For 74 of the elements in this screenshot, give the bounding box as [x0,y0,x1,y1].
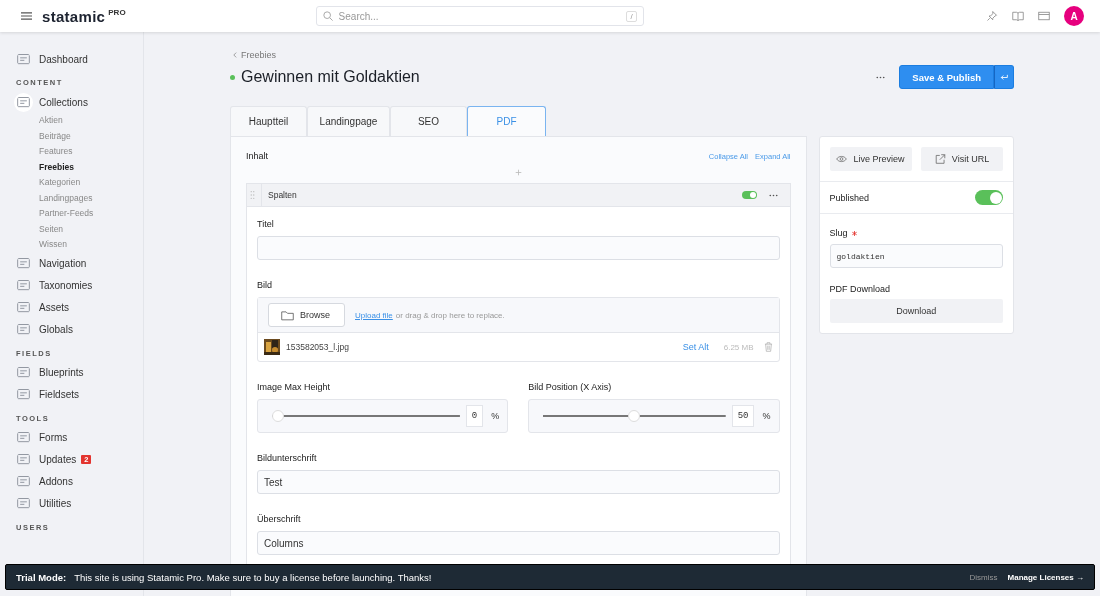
slug-field[interactable]: goldaktien [829,244,1003,268]
menu-icon[interactable] [21,12,32,20]
tab[interactable]: Hauptteil [230,106,307,136]
breadcrumb-link[interactable]: Freebies [230,50,1014,60]
toggle-switch[interactable] [741,191,757,199]
book-icon[interactable] [1012,10,1024,22]
user-avatar[interactable]: A [1064,6,1084,26]
set-alt-link[interactable]: Set Alt [682,342,709,352]
nav-item[interactable]: Blueprints [16,361,143,384]
browse-button[interactable]: Browse [268,303,345,327]
nav-item[interactable]: Assets [16,296,143,319]
eye-icon [836,154,848,164]
field-label: Bild Position (X Axis) [528,382,613,392]
chevron-left-icon [233,52,237,58]
return-icon [1000,73,1008,81]
pro-label: PRO [108,7,126,17]
text-field[interactable]: Test [257,470,780,494]
visit-url-button[interactable]: Visit URL [921,147,1003,171]
unit-label: % [491,411,500,421]
field-label: Bild [257,280,273,290]
field-label: Titel [257,219,275,229]
search-icon [322,11,333,21]
entry-title: Gewinnen mit Goldaktien [241,68,420,86]
set-title: Spalten [261,184,297,206]
shortcut-key: / [626,10,637,22]
field-label: PDF Download [829,284,892,294]
nav-subitem[interactable]: Freebies [39,159,143,175]
monitor-icon [16,51,31,67]
dismiss-link[interactable]: Dismiss [969,572,998,582]
nav-item[interactable]: Navigation [16,252,143,275]
add-icon[interactable] [514,169,522,176]
text-field[interactable]: Columns [257,531,780,555]
external-link-icon [934,154,946,164]
nav-item[interactable]: Dashboard [16,48,143,70]
range-value[interactable]: 50 [731,405,755,427]
pin-icon[interactable] [986,10,998,22]
more-icon[interactable] [768,193,778,197]
folder-icon [281,309,294,321]
nav-item[interactable]: Forms [16,426,143,449]
nav-item[interactable]: Globals [16,318,143,341]
live-preview-button[interactable]: Live Preview [829,147,912,171]
text-field[interactable] [257,236,780,260]
tab[interactable]: Landingpage [307,106,390,136]
field-label: Bildunterschrift [257,453,318,463]
field-label: Inhalt [246,151,269,161]
slider-thumb[interactable] [628,410,641,422]
unit-label: % [762,411,771,421]
nav-item[interactable]: Taxonomies [16,274,143,297]
drag-handle-icon[interactable] [250,190,255,200]
field-label: Image Max Height [257,382,332,392]
trash-icon[interactable] [763,342,773,352]
return-button[interactable] [994,65,1014,89]
browser-icon[interactable] [1038,10,1050,22]
range-value[interactable]: 0 [465,405,484,427]
field-label: Published [829,192,870,203]
file-name: 153582053_l.jpg [286,342,349,352]
logo[interactable]: statamic [42,7,106,25]
nav-item[interactable]: Collections [16,91,143,113]
tab[interactable]: SEO [390,106,467,136]
nav-item[interactable]: Addons [16,470,143,493]
search-input[interactable]: Search... [336,9,627,23]
slider-thumb[interactable] [272,410,284,422]
banner-message: This site is using Statamic Pro. Make sure to buy a license before launching. Thanks! [74,571,432,583]
field-label: Überschrift [257,514,302,524]
download-button[interactable]: Download [829,299,1003,323]
toggle-switch[interactable] [975,190,1003,205]
nav-item[interactable]: Utilities [16,492,143,515]
upload-hint: or drag & drop here to replace. [395,310,505,320]
file-size: 6.25 MB [723,342,754,352]
field-label: Slug [829,228,848,238]
banner-title: Trial Mode: [16,571,67,583]
more-icon[interactable] [876,75,886,79]
manage-licenses-link[interactable]: Manage Licenses → [1007,572,1084,582]
nav-item[interactable]: Fieldsets [16,383,143,406]
